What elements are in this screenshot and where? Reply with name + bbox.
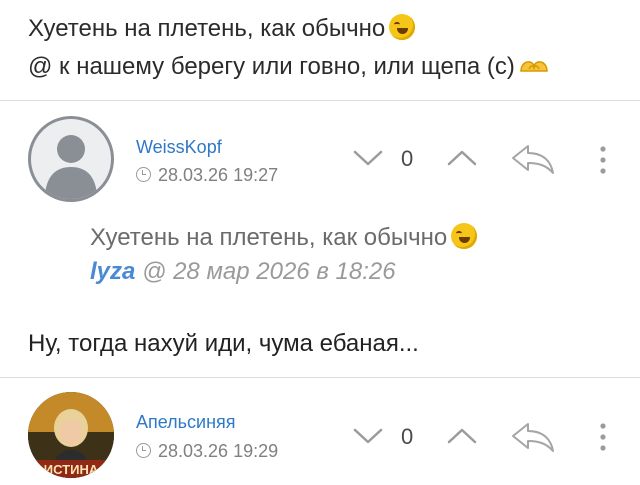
- downvote-button[interactable]: [352, 148, 384, 168]
- user-silhouette-icon: [45, 135, 97, 199]
- username-link[interactable]: Апельсиняя: [136, 412, 236, 433]
- quote-timestamp: @ 28 мар 2026 в 18:26: [135, 258, 396, 285]
- upvote-button[interactable]: [446, 426, 478, 446]
- more-vertical-icon: [600, 423, 606, 451]
- post-text: Хуетень на плетень, как обычно: [28, 15, 386, 42]
- username-link[interactable]: WeissKopf: [136, 137, 222, 158]
- laughing-emoji-icon: [389, 14, 416, 40]
- timestamp-text: 28.03.26 19:27: [158, 165, 279, 185]
- reply-button[interactable]: [510, 142, 556, 176]
- avatar[interactable]: ИСТИНА: [28, 392, 114, 478]
- comment-body: Ну, тогда нахуй иди, чума ебаная...: [28, 330, 419, 357]
- reply-arrow-icon: [512, 145, 554, 174]
- divider: [0, 377, 640, 378]
- post-text-line-2: @ к нашему берегу или говно, или щепа (с…: [28, 52, 549, 82]
- avatar[interactable]: [28, 116, 114, 202]
- chevron-up-icon: [447, 150, 477, 166]
- chevron-down-icon: [353, 150, 383, 166]
- upvote-button[interactable]: [446, 148, 478, 168]
- heart-hands-emoji-icon: [519, 57, 549, 75]
- post-text: @ к нашему берегу или говно, или щепа (с…: [28, 53, 515, 80]
- post-text-line-1: Хуетень на плетень, как обычно: [28, 14, 416, 44]
- laughing-emoji-icon: [451, 223, 478, 249]
- chevron-up-icon: [447, 428, 477, 444]
- reply-button[interactable]: [510, 420, 556, 454]
- divider: [0, 100, 640, 101]
- chevron-down-icon: [353, 428, 383, 444]
- more-vertical-icon: [600, 146, 606, 174]
- comment-timestamp: 28.03.26 19:27: [136, 165, 278, 186]
- quote-text: Хуетень на плетень, как обычно: [90, 224, 448, 251]
- clock-icon: [136, 167, 151, 182]
- vote-count: 0: [401, 424, 414, 449]
- more-options-button[interactable]: [598, 144, 608, 176]
- avatar-badge-text: ИСТИНА: [44, 462, 99, 477]
- more-options-button[interactable]: [598, 421, 608, 453]
- clock-icon: [136, 443, 151, 458]
- quote-author-link[interactable]: lyza: [90, 258, 135, 285]
- quote-attribution: lyza @ 28 мар 2026 в 18:26: [90, 258, 396, 286]
- downvote-button[interactable]: [352, 426, 384, 446]
- timestamp-text: 28.03.26 19:29: [158, 441, 279, 461]
- quoted-text: Хуетень на плетень, как обычно: [90, 222, 478, 254]
- reply-arrow-icon: [512, 423, 554, 452]
- vote-count: 0: [401, 146, 414, 171]
- comment-timestamp: 28.03.26 19:29: [136, 441, 278, 462]
- user-photo: ИСТИНА: [28, 392, 114, 478]
